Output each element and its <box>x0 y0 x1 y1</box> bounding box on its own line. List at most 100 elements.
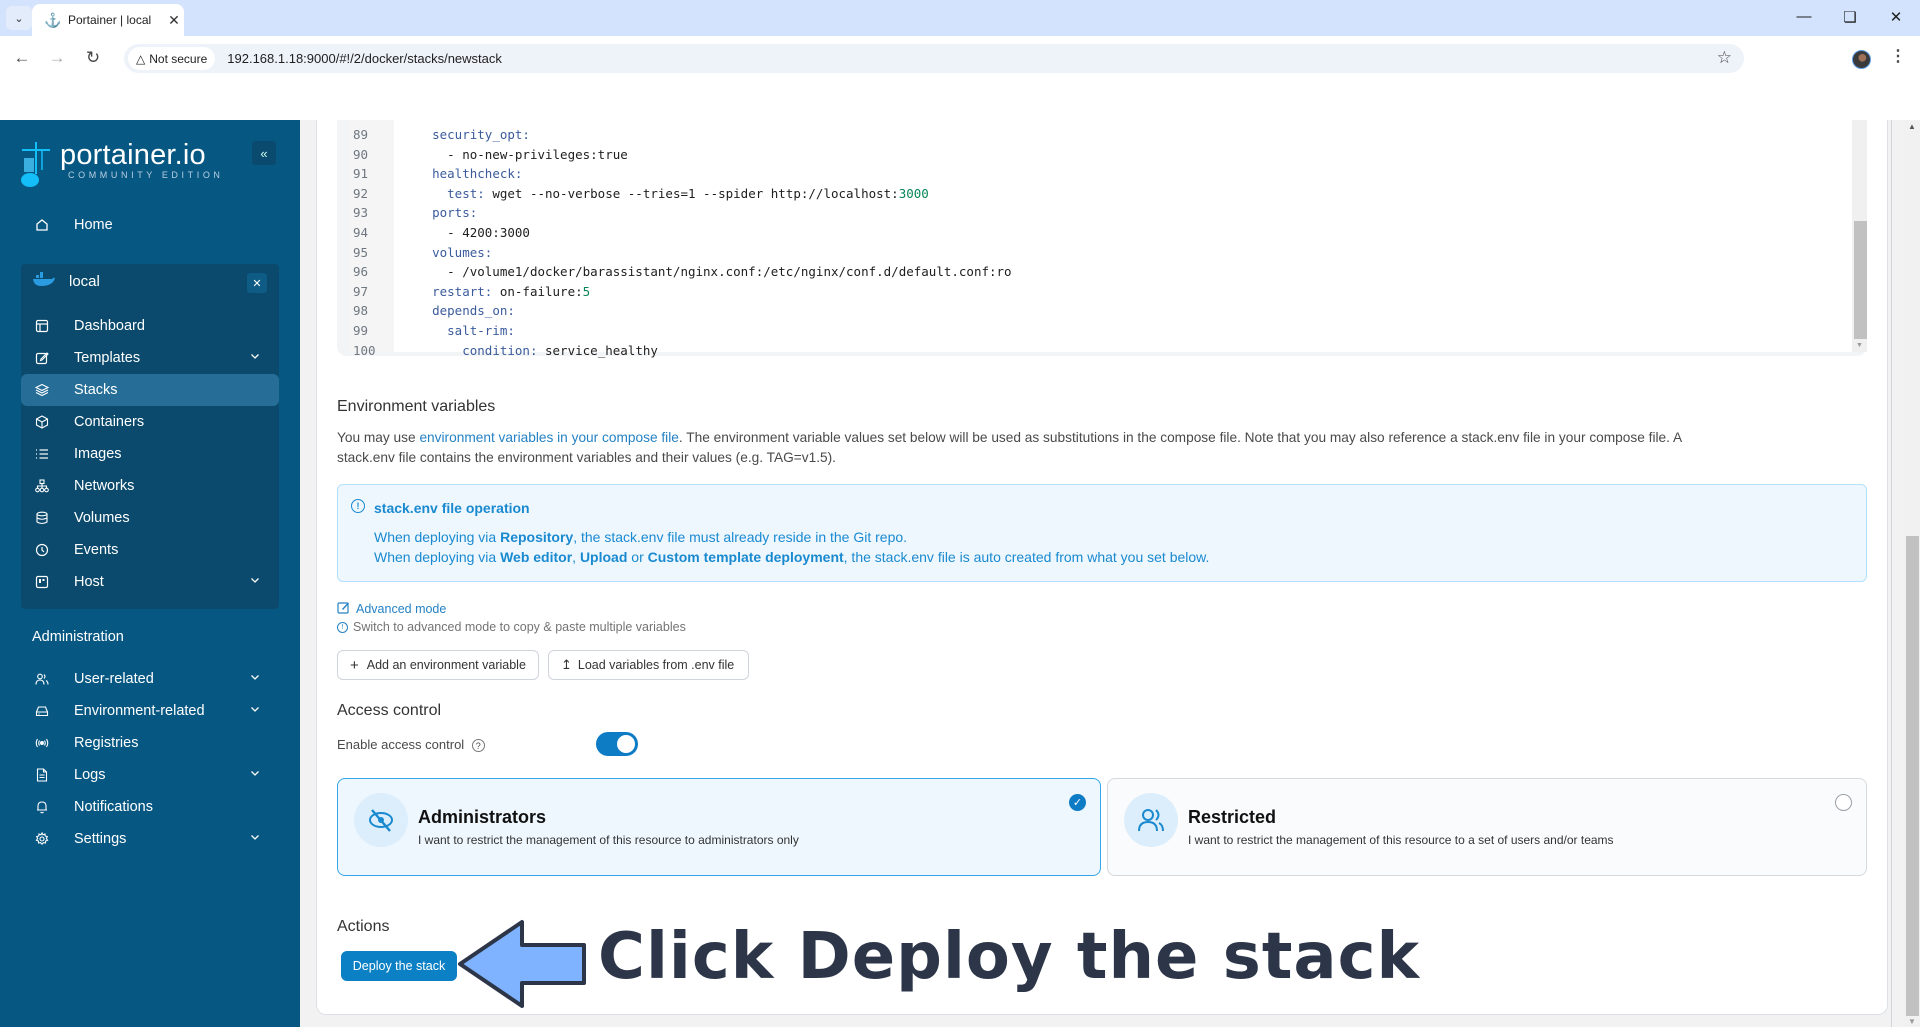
bookmark-star-icon[interactable]: ☆ <box>1717 48 1732 68</box>
profile-avatar[interactable] <box>1852 50 1871 69</box>
scroll-down-arrow-icon[interactable]: ▼ <box>1908 1017 1916 1026</box>
access-control-heading: Access control <box>337 702 442 719</box>
chevron-down-icon[interactable] <box>249 350 261 366</box>
line-number: 95 <box>353 244 369 260</box>
enable-access-control-label: Enable access control ? <box>337 735 485 755</box>
sidebar-item-label: Volumes <box>74 510 130 526</box>
url-text[interactable]: 192.168.1.18:9000/#!/2/docker/stacks/new… <box>227 51 502 66</box>
sidebar-item-containers[interactable]: Containers <box>21 406 279 438</box>
security-indicator[interactable]: △ Not secure <box>128 47 216 70</box>
code-line[interactable]: ports: <box>402 203 477 223</box>
environment-header[interactable]: local <box>33 272 100 290</box>
close-tab-icon[interactable]: ✕ <box>164 12 184 29</box>
page-scrollbar-thumb[interactable] <box>1906 536 1919 1016</box>
edit-icon <box>337 601 350 617</box>
code-line[interactable]: volumes: <box>402 243 492 263</box>
code-line[interactable]: test: wget --no-verbose --tries=1 --spid… <box>402 184 929 204</box>
annotation-text: Click Deploy the stack <box>598 920 1421 994</box>
sidebar-item-events[interactable]: Events <box>21 534 279 566</box>
sidebar-item-label: Host <box>74 574 104 590</box>
sidebar-item-settings[interactable]: Settings <box>21 823 279 855</box>
close-window-icon[interactable]: ✕ <box>1876 8 1916 26</box>
sidebar-item-dashboard[interactable]: Dashboard <box>21 310 279 342</box>
tab-search-button[interactable]: ⌄ <box>6 6 32 30</box>
sidebar-item-environment-related[interactable]: Environment-related <box>21 695 279 727</box>
sidebar-item-home[interactable]: Home <box>21 209 279 241</box>
radio-icon <box>31 736 53 750</box>
sidebar-item-label: Containers <box>74 414 145 430</box>
help-icon[interactable]: ? <box>471 739 485 753</box>
browser-menu-icon[interactable]: ⋮ <box>1890 46 1906 66</box>
browser-tab[interactable]: ⚓ Portainer | local ✕ <box>32 4 184 36</box>
sidebar-item-host[interactable]: Host <box>21 566 279 598</box>
info-text: , the stack.env file must already reside… <box>573 529 908 545</box>
code-line[interactable]: healthcheck: <box>402 164 522 184</box>
chevron-down-icon[interactable] <box>249 671 261 687</box>
info-text: , the stack.env file is auto created fro… <box>843 549 1210 565</box>
minimize-icon[interactable]: — <box>1784 8 1824 25</box>
env-vars-docs-link[interactable]: environment variables in your compose fi… <box>419 430 678 445</box>
chevron-down-icon[interactable] <box>249 831 261 847</box>
chevron-down-icon[interactable] <box>249 574 261 590</box>
code-key: volumes: <box>432 244 493 260</box>
scroll-up-arrow-icon[interactable]: ▲ <box>1908 122 1916 131</box>
sidebar-item-volumes[interactable]: Volumes <box>21 502 279 534</box>
file-text-icon <box>31 768 53 782</box>
code-line[interactable]: - /volume1/docker/barassistant/nginx.con… <box>402 262 1011 282</box>
sidebar-item-images[interactable]: Images <box>21 438 279 470</box>
sidebar-item-user-related[interactable]: User-related <box>21 663 279 695</box>
code-line[interactable]: condition: service_healthy <box>402 341 658 361</box>
sidebar-item-label: Networks <box>74 478 135 494</box>
sidebar-item-registries[interactable]: Registries <box>21 727 279 759</box>
check-circle-icon[interactable]: ✓ <box>1069 794 1086 811</box>
back-icon[interactable]: ← <box>10 48 34 68</box>
sidebar-item-templates[interactable]: Templates <box>21 342 279 374</box>
info-bold: Web editor <box>500 549 573 565</box>
code-line[interactable]: security_opt: <box>402 125 530 145</box>
deploy-stack-button[interactable]: Deploy the stack <box>341 951 457 981</box>
option-restricted[interactable]: Restricted I want to restrict the manage… <box>1107 778 1867 876</box>
info-icon: ! <box>337 621 348 633</box>
code-line[interactable]: - 4200:3000 <box>402 223 530 243</box>
bell-icon <box>31 800 53 814</box>
hard-drive-icon <box>31 704 53 718</box>
info-line-1: When deploying via Repository, the stack… <box>374 529 907 545</box>
restore-icon[interactable]: ❏ <box>1830 8 1870 26</box>
desc-text: You may use <box>337 430 420 445</box>
access-control-toggle[interactable] <box>596 732 638 756</box>
load-env-file-button[interactable]: ↥ Load variables from .env file <box>548 650 749 680</box>
close-environment-button[interactable]: ✕ <box>247 273 267 293</box>
advanced-mode-link[interactable]: Advanced mode <box>337 601 446 617</box>
code-line[interactable]: salt-rim: <box>402 321 515 341</box>
sidebar-item-notifications[interactable]: Notifications <box>21 791 279 823</box>
editor-scrollbar-thumb[interactable] <box>1854 221 1867 339</box>
option-administrators[interactable]: Administrators I want to restrict the ma… <box>337 778 1101 876</box>
chevron-down-icon[interactable] <box>249 767 261 783</box>
code-editor[interactable]: 89 security_opt: 90 - no-new-privileges:t… <box>337 120 1867 358</box>
address-bar[interactable]: △ Not secure 192.168.1.18:9000/#!/2/dock… <box>124 44 1744 73</box>
code-line[interactable]: restart: on-failure:5 <box>402 282 590 302</box>
scroll-down-arrow-icon[interactable]: ▼ <box>1856 342 1863 349</box>
sidebar-item-stacks[interactable]: Stacks <box>21 374 279 406</box>
sidebar-item-logs[interactable]: Logs <box>21 759 279 791</box>
code-line[interactable]: - no-new-privileges:true <box>402 145 628 165</box>
reload-icon[interactable]: ↻ <box>81 48 105 68</box>
info-text: , <box>572 549 580 565</box>
collapse-sidebar-button[interactable]: « <box>252 141 276 165</box>
editor-scrollbar[interactable]: ▼ <box>1852 120 1867 352</box>
code-value: - 4200:3000 <box>447 225 530 240</box>
line-number: 90 <box>353 146 369 162</box>
chevron-down-icon: ⌄ <box>14 12 24 25</box>
chevron-down-icon[interactable] <box>249 703 261 719</box>
add-env-var-button[interactable]: + Add an environment variable <box>337 650 539 680</box>
code-line[interactable]: depends_on: <box>402 301 515 321</box>
radio-button[interactable] <box>1835 794 1852 811</box>
page-scrollbar[interactable]: ▲ ▼ <box>1904 120 1920 1027</box>
add-env-var-label: Add an environment variable <box>366 658 526 672</box>
code-number: 5 <box>582 283 591 299</box>
option-description: I want to restrict the management of thi… <box>418 833 799 847</box>
forward-icon[interactable]: → <box>45 48 69 68</box>
portainer-logo[interactable]: portainer.io COMMUNITY EDITION <box>20 140 224 188</box>
sidebar-item-networks[interactable]: Networks <box>21 470 279 502</box>
